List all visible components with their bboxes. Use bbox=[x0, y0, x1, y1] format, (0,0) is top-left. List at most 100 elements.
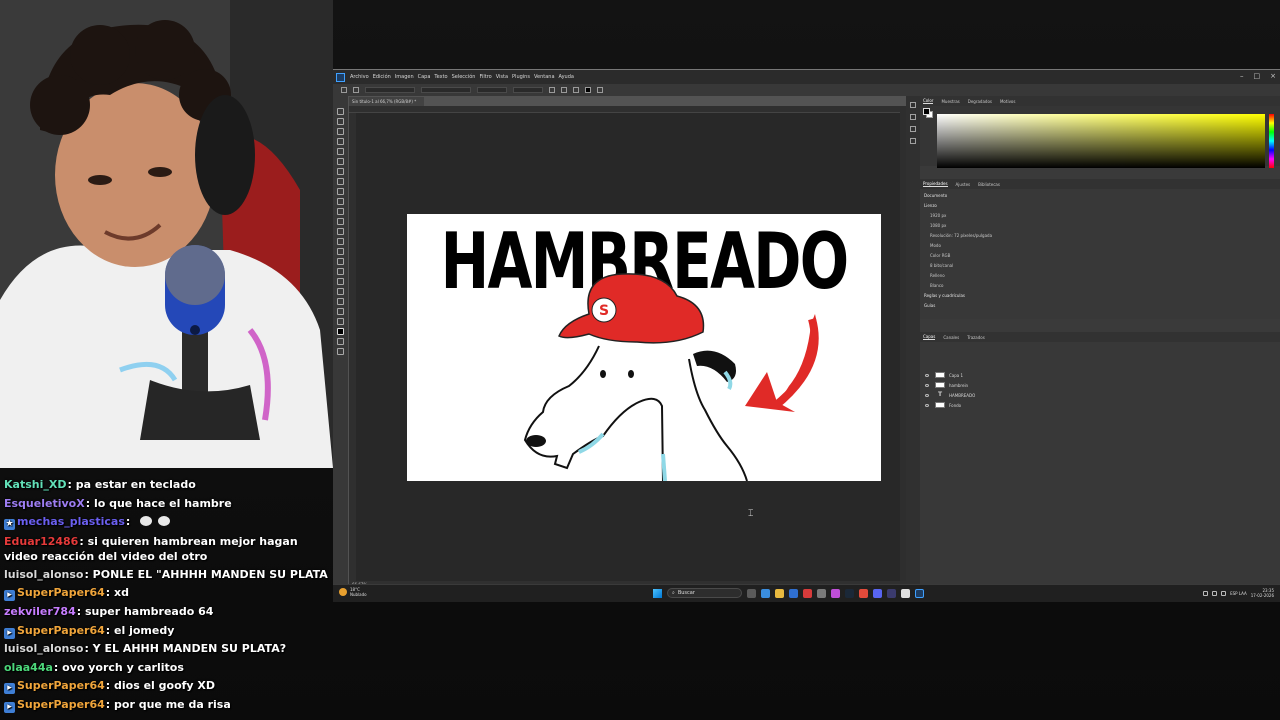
text-tool-icon[interactable] bbox=[353, 87, 359, 93]
antialias-select[interactable] bbox=[513, 87, 543, 93]
align-right-icon[interactable] bbox=[573, 87, 579, 93]
path-select-icon[interactable] bbox=[337, 278, 344, 285]
props-fill-select[interactable]: Blanco bbox=[930, 283, 1280, 289]
premiere-icon[interactable] bbox=[887, 588, 896, 598]
tab-color[interactable]: Color bbox=[923, 98, 934, 104]
language-indicator[interactable]: ESP LAA bbox=[1230, 591, 1247, 596]
brush-tool-icon[interactable] bbox=[337, 188, 344, 195]
menu-imagen[interactable]: Imagen bbox=[395, 74, 414, 80]
steam-icon[interactable] bbox=[845, 588, 854, 598]
document-tab[interactable]: Sin título-1 al 66,7% (RGB/8#) * bbox=[349, 97, 424, 106]
tab-libraries[interactable]: Bibliotecas bbox=[978, 182, 1000, 187]
artboard[interactable]: HAMBREADO S bbox=[407, 214, 881, 481]
store-icon[interactable] bbox=[789, 588, 798, 598]
menu-archivo[interactable]: Archivo bbox=[350, 74, 369, 80]
menu-filtro[interactable]: Filtro bbox=[479, 74, 491, 80]
layer-row[interactable]: T HAMBREADO bbox=[920, 390, 1280, 400]
move-tool-icon[interactable] bbox=[337, 108, 344, 115]
hue-slider[interactable] bbox=[1269, 114, 1274, 168]
screen-mode-icon[interactable] bbox=[337, 348, 344, 355]
canvas-area[interactable]: HAMBREADO S bbox=[356, 113, 900, 581]
close-icon[interactable]: × bbox=[1270, 72, 1276, 80]
align-left-icon[interactable] bbox=[549, 87, 555, 93]
font-family-select[interactable] bbox=[365, 87, 415, 93]
props-height[interactable]: 1080 px bbox=[930, 223, 1280, 229]
dodge-tool-icon[interactable] bbox=[337, 248, 344, 255]
weather-widget[interactable]: 18°C Nublado bbox=[339, 587, 367, 597]
shape-tool-icon[interactable] bbox=[337, 288, 344, 295]
zoom-tool-icon[interactable] bbox=[337, 308, 344, 315]
task-view-icon[interactable] bbox=[747, 588, 756, 598]
adjust-panel-icon[interactable] bbox=[910, 138, 916, 144]
font-style-select[interactable] bbox=[421, 87, 471, 93]
quick-mask-icon[interactable] bbox=[337, 338, 344, 345]
marquee-tool-icon[interactable] bbox=[337, 118, 344, 125]
menu-seleccion[interactable]: Selección bbox=[452, 74, 476, 80]
file-explorer-icon[interactable] bbox=[775, 588, 784, 598]
menu-vista[interactable]: Vista bbox=[496, 74, 508, 80]
menu-ventana[interactable]: Ventana bbox=[534, 74, 555, 80]
eyedropper-icon[interactable] bbox=[337, 168, 344, 175]
crop-tool-icon[interactable] bbox=[337, 148, 344, 155]
app-purple-icon[interactable] bbox=[831, 588, 840, 598]
tab-properties[interactable]: Propiedades bbox=[923, 181, 948, 187]
menu-plugins[interactable]: Plugins bbox=[512, 74, 530, 80]
props-width[interactable]: 1920 px bbox=[930, 213, 1280, 219]
tab-gradients[interactable]: Degradados bbox=[968, 99, 992, 104]
search-box[interactable]: ⌕ Buscar bbox=[667, 588, 742, 598]
text-color-swatch[interactable] bbox=[585, 87, 591, 93]
visibility-eye-icon[interactable] bbox=[925, 383, 929, 387]
visibility-eye-icon[interactable] bbox=[925, 393, 929, 397]
align-center-icon[interactable] bbox=[561, 87, 567, 93]
blur-tool-icon[interactable] bbox=[337, 238, 344, 245]
props-mode-select[interactable]: Color RGB bbox=[930, 253, 1280, 259]
foreground-color-swatch[interactable] bbox=[923, 108, 930, 115]
brush-panel-icon[interactable] bbox=[910, 114, 916, 120]
frame-tool-icon[interactable] bbox=[337, 158, 344, 165]
menu-edicion[interactable]: Edición bbox=[373, 74, 391, 80]
warp-text-icon[interactable] bbox=[597, 87, 603, 93]
chevron-up-icon[interactable] bbox=[1203, 590, 1209, 596]
tab-adjustments[interactable]: Ajustes bbox=[956, 182, 971, 187]
network-icon[interactable] bbox=[1212, 590, 1218, 596]
menu-texto[interactable]: Texto bbox=[434, 74, 447, 80]
visibility-eye-icon[interactable] bbox=[925, 373, 929, 377]
app-red-icon[interactable] bbox=[803, 588, 812, 598]
history-panel-icon[interactable] bbox=[910, 102, 916, 108]
font-size-select[interactable] bbox=[477, 87, 507, 93]
layer-row[interactable]: hambrein bbox=[920, 380, 1280, 390]
healing-brush-icon[interactable] bbox=[337, 178, 344, 185]
discord-icon[interactable] bbox=[873, 588, 882, 598]
menu-ayuda[interactable]: Ayuda bbox=[559, 74, 574, 80]
minimize-icon[interactable]: – bbox=[1240, 72, 1244, 80]
color-picker-field[interactable] bbox=[937, 114, 1265, 168]
home-icon[interactable] bbox=[341, 87, 347, 93]
layer-row[interactable]: Capa 1 bbox=[920, 370, 1280, 380]
history-brush-icon[interactable] bbox=[337, 208, 344, 215]
tab-patterns[interactable]: Motivos bbox=[1000, 99, 1015, 104]
app-gray-icon[interactable] bbox=[817, 588, 826, 598]
color-swatches[interactable] bbox=[923, 108, 933, 118]
tab-layers[interactable]: Capas bbox=[923, 334, 936, 340]
stamp-tool-icon[interactable] bbox=[337, 198, 344, 205]
photoshop-taskbar-icon[interactable] bbox=[915, 588, 924, 598]
menu-capa[interactable]: Capa bbox=[418, 74, 431, 80]
pen-tool-icon[interactable] bbox=[337, 258, 344, 265]
more-tools-icon[interactable] bbox=[337, 318, 344, 325]
visibility-eye-icon[interactable] bbox=[925, 403, 929, 407]
type-tool-icon[interactable] bbox=[337, 268, 344, 275]
tab-paths[interactable]: Trazados bbox=[967, 335, 985, 340]
paragraph-panel-icon[interactable] bbox=[910, 126, 916, 132]
chrome-icon[interactable] bbox=[859, 588, 868, 598]
magic-wand-icon[interactable] bbox=[337, 138, 344, 145]
hand-tool-icon[interactable] bbox=[337, 298, 344, 305]
start-icon[interactable] bbox=[653, 588, 662, 598]
gradient-tool-icon[interactable] bbox=[337, 228, 344, 235]
layer-row[interactable]: Fondo bbox=[920, 400, 1280, 410]
obs-icon[interactable] bbox=[901, 588, 910, 598]
volume-icon[interactable] bbox=[1221, 590, 1227, 596]
foreground-color-icon[interactable] bbox=[337, 328, 344, 335]
tab-swatches[interactable]: Muestras bbox=[941, 99, 959, 104]
tab-channels[interactable]: Canales bbox=[943, 335, 959, 340]
props-bits-select[interactable]: 8 bits/canal bbox=[930, 263, 1280, 269]
